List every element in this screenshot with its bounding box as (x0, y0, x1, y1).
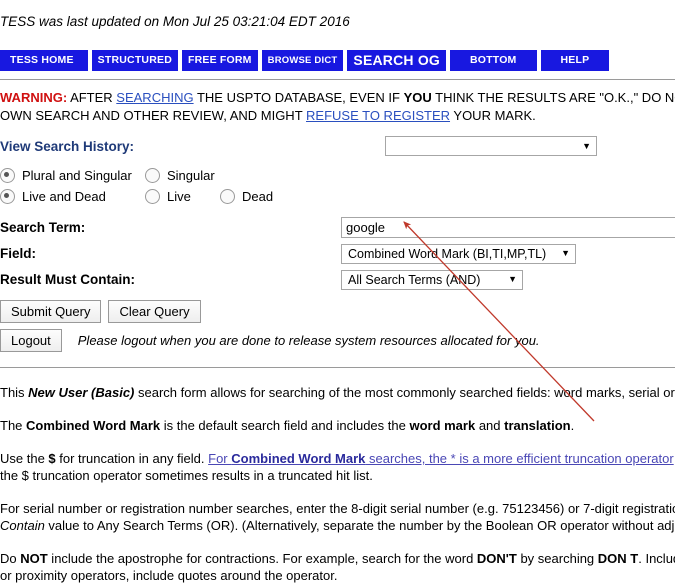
p3-seg-2: for truncation in any field. (55, 451, 209, 466)
result-must-contain-select[interactable]: All Search Terms (AND) ▼ (341, 269, 523, 290)
radio-live-icon[interactable] (145, 189, 160, 204)
radio-singular[interactable]: Singular (145, 168, 215, 183)
chevron-down-icon: ▼ (582, 140, 591, 151)
nav-structured[interactable]: STRUCTURED (91, 50, 178, 71)
divider-bottom (0, 367, 675, 368)
refuse-to-register-link[interactable]: REFUSE TO REGISTER (306, 108, 450, 123)
p3-link-seg-1: For (208, 451, 232, 466)
warning-line-2: OWN SEARCH AND OTHER REVIEW, AND MIGHT R… (0, 107, 675, 125)
paragraph-truncation-line-2: the $ truncation operator sometimes resu… (0, 468, 373, 483)
p2-seg-3: and (475, 418, 505, 433)
p5-seg-2: include the apostrophe for contractions.… (47, 551, 477, 566)
radio-live-and-dead-icon[interactable] (0, 189, 15, 204)
field-label: Field: (0, 246, 36, 261)
result-must-contain-value: All Search Terms (AND) (348, 272, 481, 287)
nav-free-form[interactable]: FREE FORM (182, 50, 258, 71)
paragraph-serial-line-2: Contain value to Any Search Terms (OR). … (0, 517, 675, 534)
p5-bold-don-t: DON T (597, 551, 639, 566)
radio-dead-label: Dead (242, 189, 274, 204)
radio-row-plurality: Plural and Singular Singular (0, 165, 675, 186)
nav-browse-dict[interactable]: BROWSE DICT (261, 50, 344, 71)
p1-seg-2: search form allows for searching of the … (134, 385, 675, 400)
truncation-link[interactable]: For Combined Word Mark searches, the * i… (208, 451, 674, 466)
p3-seg-1: Use the (0, 451, 49, 466)
p2-bold-word-mark: word mark (409, 418, 476, 433)
p5-bold-not: NOT (20, 551, 48, 566)
radio-singular-label: Singular (167, 168, 215, 183)
logout-button[interactable]: Logout (0, 329, 62, 352)
warning-seg-1: AFTER (67, 90, 117, 105)
search-history-row: View Search History: ▼ (0, 135, 675, 157)
query-button-row: Submit Query Clear Query (0, 300, 675, 323)
logout-row: Logout Please logout when you are done t… (0, 329, 675, 352)
last-updated-text: TESS was last updated on Mon Jul 25 03:2… (0, 14, 350, 29)
p2-seg-2: is the default search field and includes… (160, 418, 410, 433)
nav-bottom[interactable]: BOTTOM (450, 50, 537, 71)
p1-seg-1: This (0, 385, 29, 400)
nav-tess-home[interactable]: TESS HOME (0, 50, 88, 71)
search-history-label: View Search History: (0, 138, 135, 154)
p5-seg-3: by searching (516, 551, 598, 566)
warning-line2-seg-1: OWN SEARCH AND OTHER REVIEW, AND MIGHT (0, 108, 307, 123)
radio-live[interactable]: Live (145, 189, 220, 204)
search-term-label: Search Term: (0, 220, 86, 235)
search-history-select[interactable]: ▼ (385, 136, 597, 156)
help-text-block: This New User (Basic) search form allows… (0, 384, 675, 584)
radio-row-status: Live and Dead Live Dead (0, 186, 675, 207)
radio-live-and-dead[interactable]: Live and Dead (0, 189, 145, 204)
nav-search-og[interactable]: SEARCH OG (347, 50, 446, 71)
paragraph-apostrophe-line-1: Do NOT include the apostrophe for contra… (0, 550, 675, 567)
submit-query-button[interactable]: Submit Query (0, 300, 102, 323)
chevron-down-icon: ▼ (508, 274, 517, 284)
result-must-contain-row: Result Must Contain: All Search Terms (A… (0, 268, 675, 291)
radio-live-label: Live (167, 189, 191, 204)
clear-query-button[interactable]: Clear Query (108, 300, 201, 323)
paragraph-new-user: This New User (Basic) search form allows… (0, 384, 675, 401)
p3-link-seg-2: searches, the * is a more efficient trun… (365, 451, 674, 466)
radio-dead[interactable]: Dead (220, 189, 273, 204)
warning-seg-3: THINK THE RESULTS ARE "O.K.," DO NOT (431, 90, 675, 105)
navigation-bar: TESS HOME STRUCTURED FREE FORM BROWSE DI… (0, 49, 675, 71)
p1-new-user-basic: New User (Basic) (28, 385, 135, 400)
radio-live-and-dead-label: Live and Dead (22, 189, 106, 204)
p4-italic-contain: Contain (0, 518, 45, 533)
radio-plural-and-singular-label: Plural and Singular (22, 168, 132, 183)
result-must-contain-label: Result Must Contain: (0, 272, 135, 287)
radio-dead-icon[interactable] (220, 189, 235, 204)
nav-help[interactable]: HELP (540, 50, 610, 71)
p3-link-bold: Combined Word Mark (231, 451, 366, 466)
p3-bold-dollar: $ (48, 451, 56, 466)
warning-label: WARNING: (0, 90, 68, 105)
paragraph-apostrophe-line-2: or proximity operators, include quotes a… (0, 568, 338, 583)
divider-top (0, 79, 675, 80)
p4-seg-rest: value to Any Search Terms (OR). (Alterna… (44, 518, 675, 533)
search-term-input[interactable]: google (341, 217, 675, 238)
p2-bold-combined-word-mark: Combined Word Mark (26, 418, 161, 433)
p5-seg-4: . Includ (638, 551, 675, 566)
search-term-row: Search Term: google (0, 216, 675, 239)
p2-seg-1: The (0, 418, 27, 433)
searching-link[interactable]: SEARCHING (116, 90, 193, 105)
warning-seg-2: THE USPTO DATABASE, EVEN IF (193, 90, 404, 105)
radio-singular-icon[interactable] (145, 168, 160, 183)
logout-note: Please logout when you are done to relea… (77, 333, 540, 348)
paragraph-truncation-line-1: Use the $ for truncation in any field. F… (0, 450, 675, 467)
field-row: Field: Combined Word Mark (BI,TI,MP,TL) … (0, 242, 675, 265)
tess-search-page: TESS was last updated on Mon Jul 25 03:2… (0, 0, 675, 584)
warning-line2-seg-2: YOUR MARK. (450, 108, 536, 123)
p2-seg-4: . (570, 418, 575, 433)
paragraph-combined-word-mark: The Combined Word Mark is the default se… (0, 417, 675, 434)
warning-line-1: WARNING: AFTER SEARCHING THE USPTO DATAB… (0, 89, 675, 107)
field-select-value: Combined Word Mark (BI,TI,MP,TL) (348, 246, 547, 261)
radio-plural-and-singular-icon[interactable] (0, 168, 15, 183)
paragraph-serial-line-1: For serial number or registration number… (0, 501, 675, 516)
p5-bold-dont: DON'T (476, 551, 517, 566)
field-select[interactable]: Combined Word Mark (BI,TI,MP,TL) ▼ (341, 243, 576, 264)
p2-bold-translation: translation (504, 418, 571, 433)
p5-seg-1: Do (0, 551, 21, 566)
warning-block: WARNING: AFTER SEARCHING THE USPTO DATAB… (0, 89, 675, 125)
warning-bold-you: YOU (403, 90, 432, 105)
chevron-down-icon: ▼ (561, 248, 570, 258)
radio-plural-and-singular[interactable]: Plural and Singular (0, 168, 145, 183)
